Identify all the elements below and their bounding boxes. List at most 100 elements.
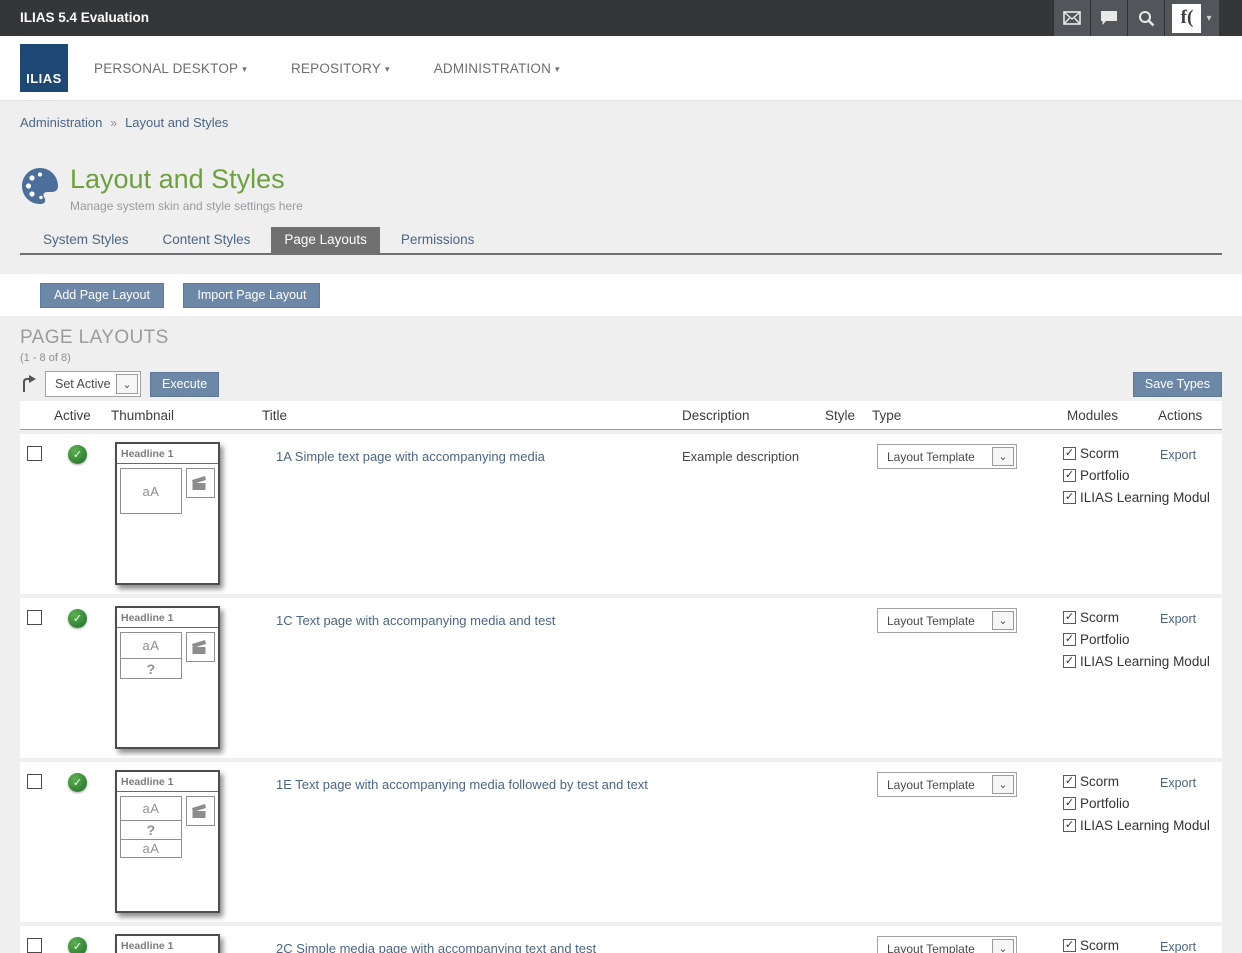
text-block-icon: aA	[120, 632, 182, 659]
header-active: Active	[47, 401, 105, 429]
mail-button[interactable]	[1054, 0, 1090, 36]
chevron-down-icon: ▾	[555, 64, 560, 74]
tab-content-styles[interactable]: Content Styles	[150, 227, 264, 253]
top-bar: ILIAS 5.4 Evaluation f( ▾	[0, 0, 1242, 36]
main-nav: ILIAS PERSONAL DESKTOP▾ REPOSITORY▾ ADMI…	[0, 36, 1242, 100]
module-checkbox[interactable]: ✓	[1063, 797, 1076, 810]
module-checkbox[interactable]: ✓	[1063, 491, 1076, 504]
module-checkbox[interactable]: ✓	[1063, 611, 1076, 624]
type-select[interactable]: Layout Template ⌄	[877, 772, 1017, 797]
module-checkbox[interactable]: ✓	[1063, 939, 1076, 952]
thumbnail-headline: Headline 1	[117, 774, 218, 792]
module-checkbox[interactable]: ✓	[1063, 633, 1076, 646]
module-label: Scorm	[1080, 774, 1119, 789]
system-title: ILIAS 5.4 Evaluation	[20, 10, 149, 25]
row-select-checkbox[interactable]	[27, 446, 42, 461]
header-select	[20, 401, 47, 429]
layout-style-cell	[815, 762, 865, 922]
tab-page-layouts[interactable]: Page Layouts	[271, 227, 380, 253]
module-checkbox[interactable]: ✓	[1063, 469, 1076, 482]
row-select-checkbox[interactable]	[27, 610, 42, 625]
row-select-checkbox[interactable]	[27, 938, 42, 953]
search-icon	[1138, 10, 1155, 27]
export-link[interactable]: Export	[1160, 776, 1196, 790]
question-block-icon: ?	[120, 658, 182, 679]
type-select-value: Layout Template	[878, 773, 990, 796]
module-label: Portfolio	[1080, 468, 1130, 483]
mail-icon	[1063, 11, 1081, 25]
table-row: ✓ Headline 1 aA 2C Simple media page wit…	[20, 926, 1222, 953]
tab-permissions[interactable]: Permissions	[388, 227, 488, 253]
header-actions: Actions	[1145, 401, 1222, 429]
chevron-down-icon: ▾	[242, 64, 247, 74]
layout-title-link[interactable]: 1A Simple text page with accompanying me…	[276, 449, 545, 464]
breadcrumb: Administration » Layout and Styles	[0, 100, 1242, 144]
module-item: ✓ Scorm	[1063, 774, 1145, 789]
chevron-down-icon: ⌄	[992, 611, 1014, 630]
module-label: Portfolio	[1080, 796, 1130, 811]
save-types-button[interactable]: Save Types	[1133, 372, 1222, 397]
thumbnail-headline: Headline 1	[117, 446, 218, 464]
type-select-value: Layout Template	[878, 445, 990, 468]
layout-style-cell	[815, 434, 865, 594]
layout-title-link[interactable]: 2C Simple media page with accompanying t…	[276, 941, 596, 953]
header-type: Type	[865, 401, 1055, 429]
module-item: ✓ILIAS Learning Modul	[1063, 818, 1145, 833]
nav-personal-desktop[interactable]: PERSONAL DESKTOP▾	[94, 61, 247, 76]
breadcrumb-separator: »	[110, 116, 117, 130]
header-modules: Modules	[1055, 401, 1145, 429]
text-block-icon: aA	[120, 796, 182, 821]
module-item: ✓ILIAS Learning Modul	[1063, 490, 1145, 505]
module-checkbox[interactable]: ✓	[1063, 819, 1076, 832]
user-menu-button[interactable]: f( ▾	[1165, 0, 1219, 36]
chevron-down-icon: ⌄	[116, 374, 138, 394]
search-button[interactable]	[1128, 0, 1164, 36]
module-item: ✓ Scorm	[1063, 610, 1145, 625]
nav-administration[interactable]: ADMINISTRATION▾	[434, 61, 560, 76]
module-label: Portfolio	[1080, 632, 1130, 647]
module-item: ✓Scorm	[1063, 938, 1145, 953]
page-title: Layout and Styles	[70, 164, 303, 194]
bulk-action-select[interactable]: Set Active ⌄	[45, 371, 141, 397]
nav-repository[interactable]: REPOSITORY▾	[291, 61, 390, 76]
table-row: ✓ Headline 1 aA?aA 1E Text page with acc…	[20, 762, 1222, 922]
type-select[interactable]: Layout Template ⌄	[877, 936, 1017, 953]
export-link[interactable]: Export	[1160, 940, 1196, 953]
layout-title-link[interactable]: 1C Text page with accompanying media and…	[276, 613, 555, 628]
active-check-icon: ✓	[68, 937, 87, 953]
header-style: Style	[815, 401, 865, 429]
table-title: PAGE LAYOUTS	[20, 327, 1222, 349]
page-header: Layout and Styles Manage system skin and…	[0, 144, 1242, 213]
import-page-layout-button[interactable]: Import Page Layout	[183, 283, 320, 308]
breadcrumb-layout-and-styles[interactable]: Layout and Styles	[125, 115, 228, 130]
type-select[interactable]: Layout Template ⌄	[877, 444, 1017, 469]
module-checkbox[interactable]: ✓	[1063, 775, 1076, 788]
ilias-logo[interactable]: ILIAS	[20, 44, 68, 92]
module-item: ✓ Portfolio	[1063, 468, 1145, 483]
execute-button[interactable]: Execute	[150, 372, 219, 397]
table-body: ✓ Headline 1 aA 1A Simple text page with…	[20, 434, 1222, 953]
actions-bar: Add Page Layout Import Page Layout	[0, 274, 1242, 316]
module-checkbox[interactable]: ✓	[1063, 655, 1076, 668]
page-subtitle: Manage system skin and style settings he…	[70, 199, 303, 213]
layout-thumbnail: Headline 1 aA	[115, 934, 220, 953]
tab-system-styles[interactable]: System Styles	[30, 227, 142, 253]
palette-icon	[20, 166, 60, 206]
breadcrumb-administration[interactable]: Administration	[20, 115, 102, 130]
type-select[interactable]: Layout Template ⌄	[877, 608, 1017, 633]
layout-title-link[interactable]: 1E Text page with accompanying media fol…	[276, 777, 648, 792]
chat-button[interactable]	[1091, 0, 1127, 36]
layout-description	[675, 598, 815, 758]
module-checkbox[interactable]: ✓	[1063, 447, 1076, 460]
active-check-icon: ✓	[68, 445, 87, 464]
table-toolbar: Set Active ⌄ Execute Save Types	[20, 371, 1222, 397]
export-link[interactable]: Export	[1160, 448, 1196, 462]
module-label: Scorm	[1080, 610, 1119, 625]
row-select-checkbox[interactable]	[27, 774, 42, 789]
layout-style-cell	[815, 926, 865, 953]
text-block-icon: aA	[120, 839, 182, 858]
topbar-icon-group: f( ▾	[1053, 0, 1219, 36]
export-link[interactable]: Export	[1160, 612, 1196, 626]
add-page-layout-button[interactable]: Add Page Layout	[40, 283, 164, 308]
ilias-page: ILIAS 5.4 Evaluation f( ▾ ILIAS PERSONAL…	[0, 0, 1242, 953]
